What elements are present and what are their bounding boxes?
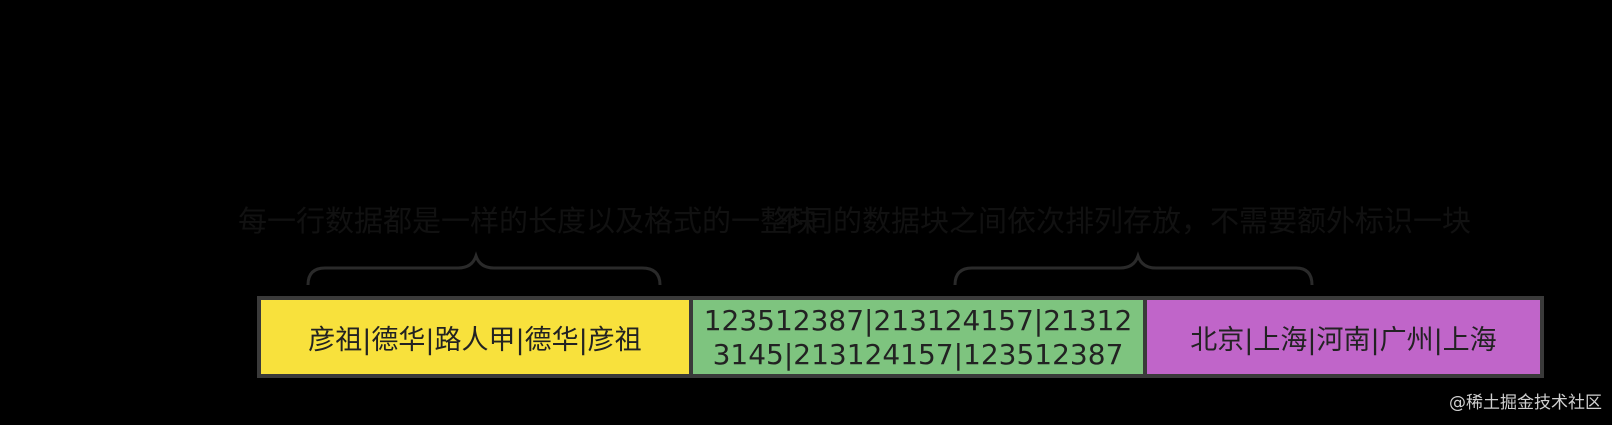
watermark-text: @稀土掘金技术社区 xyxy=(1449,393,1602,413)
segment-numbers-line-1: 123512387|213124157|21312 xyxy=(703,304,1133,337)
segment-names: 彦祖|德华|路人甲|德华|彦祖 xyxy=(261,300,693,374)
data-block-strip: 彦祖|德华|路人甲|德华|彦祖 123512387|213124157|2131… xyxy=(257,296,1544,378)
segment-numbers: 123512387|213124157|21312 3145|213124157… xyxy=(693,300,1147,374)
right-brace xyxy=(953,251,1314,286)
segment-numbers-line-2: 3145|213124157|123512387 xyxy=(712,338,1124,371)
left-brace xyxy=(306,251,662,286)
segment-cities: 北京|上海|河南|广州|上海 xyxy=(1147,300,1540,374)
